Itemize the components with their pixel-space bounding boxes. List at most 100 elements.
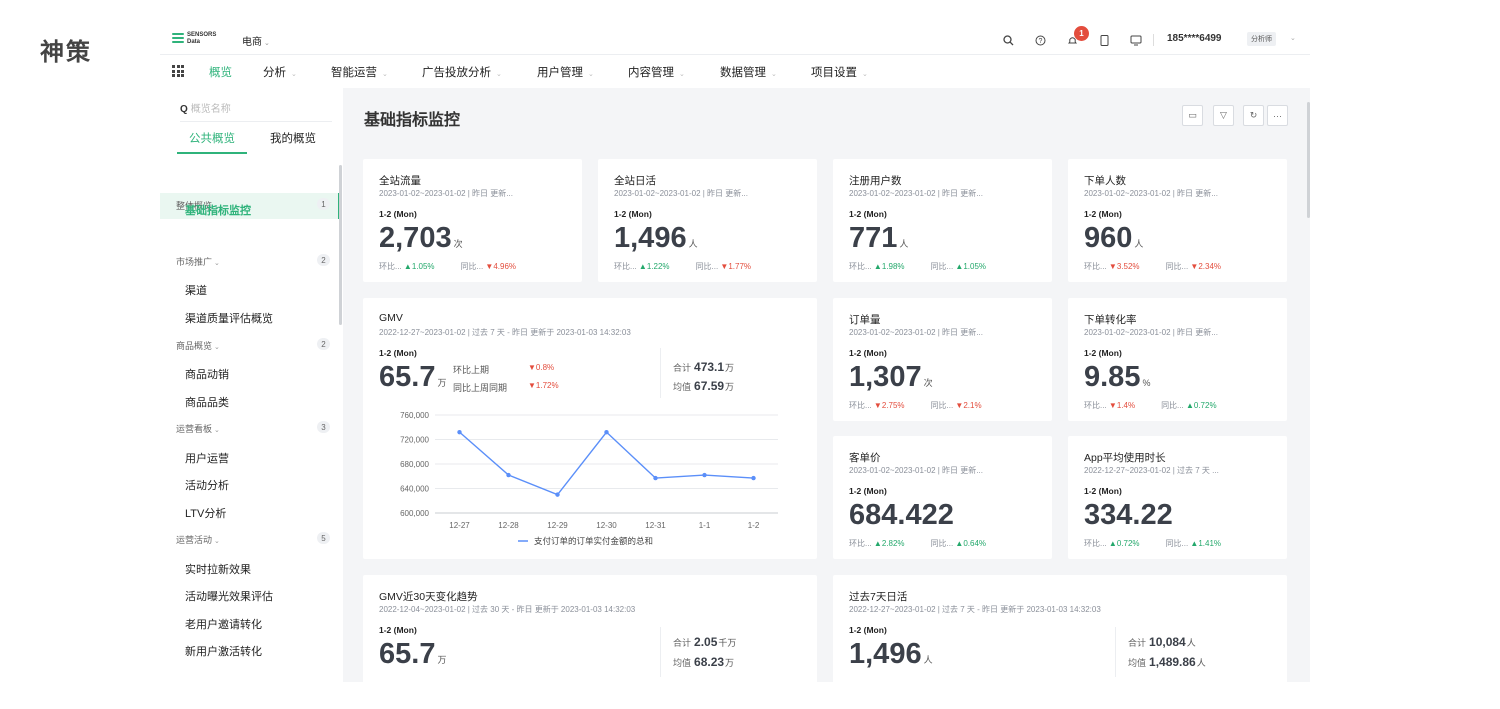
y-tick-label: 760,000	[400, 411, 429, 420]
app-grid-icon[interactable]	[172, 65, 184, 77]
project-selector[interactable]: 电商 ⌄	[242, 33, 270, 48]
data-point[interactable]	[457, 429, 462, 435]
kpi-card-app-duration[interactable]: App平均使用时长 2022-12-27~2023-01-02 | 过去 7 天…	[1068, 436, 1287, 559]
card-subtitle: 2022-12-27~2023-01-02 | 过去 7 天 - 昨日 更新于 …	[849, 605, 1101, 614]
app-window: SENSORSData 电商⌄ ? 1 185****6499 分析师 ⌄	[160, 25, 1310, 682]
calendar-icon[interactable]: ▭	[1182, 105, 1203, 126]
notification-bell-icon[interactable]: 1	[1056, 26, 1089, 49]
dau-7d-card[interactable]: 过去7天日活 2022-12-27~2023-01-02 | 过去 7 天 - …	[833, 575, 1287, 682]
kpi-card-traffic[interactable]: 全站流量 2023-01-02~2023-01-02 | 昨日 更新... 1-…	[363, 159, 582, 282]
gmv-line-chart[interactable]: 760,000 720,000 680,000 640,000 600,000 12-27…	[363, 406, 817, 556]
kpi-card-avg-order[interactable]: 客单价 2023-01-02~2023-01-02 | 昨日 更新... 1-2…	[833, 436, 1052, 559]
data-point[interactable]	[555, 492, 560, 497]
group-ops-activity[interactable]: 运营活动 ⌄	[176, 533, 220, 546]
mobile-icon[interactable]	[1088, 31, 1120, 49]
search-icon: Q	[180, 104, 188, 115]
tab-public-overview[interactable]: 公共概览	[189, 130, 235, 146]
sidebar-item-product-category[interactable]: 商品品类	[185, 394, 229, 410]
role-badge: 分析师	[1247, 32, 1276, 46]
data-point[interactable]	[653, 475, 658, 481]
sidebar-item-activation[interactable]: 新用户激活转化	[185, 643, 262, 659]
sidebar-item-realtime-acquisition[interactable]: 实时拉新效果	[185, 561, 251, 577]
brand-title: 神策	[40, 39, 92, 66]
monitor-icon[interactable]	[1120, 31, 1152, 49]
user-account[interactable]: 185****6499	[1167, 33, 1222, 44]
card-date: 1-2 (Mon)	[379, 348, 417, 358]
data-point[interactable]	[604, 429, 609, 435]
sidebar-item-exposure-eval[interactable]: 活动曝光效果评估	[185, 588, 273, 604]
kpi-card-buyers[interactable]: 下单人数 2023-01-02~2023-01-02 | 昨日 更新... 1-…	[1068, 159, 1287, 282]
card-value: 771	[849, 222, 898, 254]
data-point[interactable]	[702, 472, 707, 478]
search-icon[interactable]	[992, 31, 1024, 49]
card-title: 注册用户数	[849, 175, 902, 187]
filter-icon[interactable]: ▽	[1213, 105, 1234, 126]
y-tick-label: 720,000	[400, 436, 429, 445]
account-chevron-down-icon[interactable]: ⌄	[1290, 34, 1296, 42]
card-value: 65.7	[379, 638, 436, 670]
data-point[interactable]	[506, 472, 511, 478]
sidebar-item-activity-analysis[interactable]: 活动分析	[185, 477, 229, 493]
kpi-card-registrations[interactable]: 注册用户数 2023-01-02~2023-01-02 | 昨日 更新... 1…	[833, 159, 1052, 282]
gmv-30d-card[interactable]: GMV近30天变化趋势 2022-12-04~2023-01-02 | 过去 3…	[363, 575, 817, 682]
x-tick-label: 12-30	[596, 521, 617, 530]
sidebar-item-product-sales[interactable]: 商品动销	[185, 366, 229, 382]
card-title: 全站日活	[614, 175, 656, 187]
cmp-label: 同比...	[1165, 262, 1189, 271]
sidebar-item-user-ops[interactable]: 用户运营	[185, 450, 229, 466]
nav-smart-operation[interactable]: 智能运营 ⌄	[331, 64, 388, 80]
group-ops-board[interactable]: 运营看板 ⌄	[176, 422, 220, 435]
sidebar-item-referral[interactable]: 老用户邀请转化	[185, 616, 262, 632]
sidebar-scrollbar[interactable]	[339, 165, 342, 325]
refresh-icon[interactable]: ↻	[1243, 105, 1264, 126]
nav-user-management[interactable]: 用户管理 ⌄	[537, 64, 594, 80]
dau7-average: 均值 1,489.86人	[1128, 655, 1206, 669]
nav-analysis[interactable]: 分析 ⌄	[263, 64, 297, 80]
topbar-divider	[1153, 34, 1154, 46]
kpi-card-orders[interactable]: 订单量 2023-01-02~2023-01-02 | 昨日 更新... 1-2…	[833, 298, 1052, 421]
cmp-value: ▼2.34%	[1190, 262, 1222, 271]
gmv-chart-card[interactable]: GMV 2022-12-27~2023-01-02 | 过去 7 天 - 昨日 …	[363, 298, 817, 559]
card-title: 客单价	[849, 452, 881, 464]
nav-overview[interactable]: 概览	[209, 64, 232, 80]
kpi-card-conversion[interactable]: 下单转化率 2023-01-02~2023-01-02 | 昨日 更新... 1…	[1068, 298, 1287, 421]
cmp-value: ▲2.82%	[873, 539, 905, 548]
nav-ad-analysis[interactable]: 广告投放分析 ⌄	[422, 64, 502, 80]
nav-content-management[interactable]: 内容管理 ⌄	[628, 64, 685, 80]
cmp-value: ▼3.52%	[1108, 262, 1140, 271]
card-value: 1,307	[849, 361, 922, 393]
card-value: 2,703	[379, 222, 452, 254]
card-unit: 人	[899, 239, 909, 249]
card-title: GMV	[379, 312, 403, 324]
cmp-value: ▲1.98%	[873, 262, 905, 271]
card-unit: 次	[453, 239, 463, 249]
help-icon[interactable]: ?	[1024, 31, 1056, 49]
cmp-label: 环比...	[849, 539, 872, 548]
group-product[interactable]: 商品概览 ⌄	[176, 339, 220, 352]
sensors-data-logo[interactable]: SENSORS Data	[172, 31, 218, 49]
tab-my-overview[interactable]: 我的概览	[270, 130, 316, 146]
sidebar-item-basic-metrics[interactable]: 基础指标监控	[185, 202, 251, 218]
group-marketing[interactable]: 市场推广 ⌄	[176, 255, 220, 268]
sidebar-item-ltv[interactable]: LTV分析	[185, 505, 226, 521]
x-tick-label: 1-2	[748, 521, 760, 530]
group-count: 3	[317, 421, 330, 433]
group-count: 1	[317, 198, 330, 210]
divider	[1115, 627, 1116, 677]
sidebar-item-channel[interactable]: 渠道	[185, 282, 207, 298]
cmp-label: 同比...	[1161, 401, 1184, 410]
y-tick-label: 600,000	[400, 509, 429, 518]
kpi-card-dau[interactable]: 全站日活 2023-01-02~2023-01-02 | 昨日 更新... 1-…	[598, 159, 817, 282]
logo-text: SENSORS Data	[187, 32, 217, 45]
main-scrollbar[interactable]	[1307, 102, 1310, 218]
more-icon[interactable]: ···	[1267, 105, 1288, 126]
data-point[interactable]	[751, 475, 756, 481]
cmp-value: ▲0.72%	[1108, 539, 1140, 548]
cmp-label: 环比...	[614, 262, 637, 271]
nav-data-management[interactable]: 数据管理 ⌄	[720, 64, 777, 80]
nav-project-settings[interactable]: 项目设置 ⌄	[811, 64, 868, 80]
overview-search-input[interactable]: Q 概览名称	[180, 100, 332, 122]
sidebar-item-channel-quality[interactable]: 渠道质量评估概览	[185, 310, 273, 326]
card-value: 960	[1084, 222, 1133, 254]
cmp-label: 环比...	[1084, 401, 1107, 410]
